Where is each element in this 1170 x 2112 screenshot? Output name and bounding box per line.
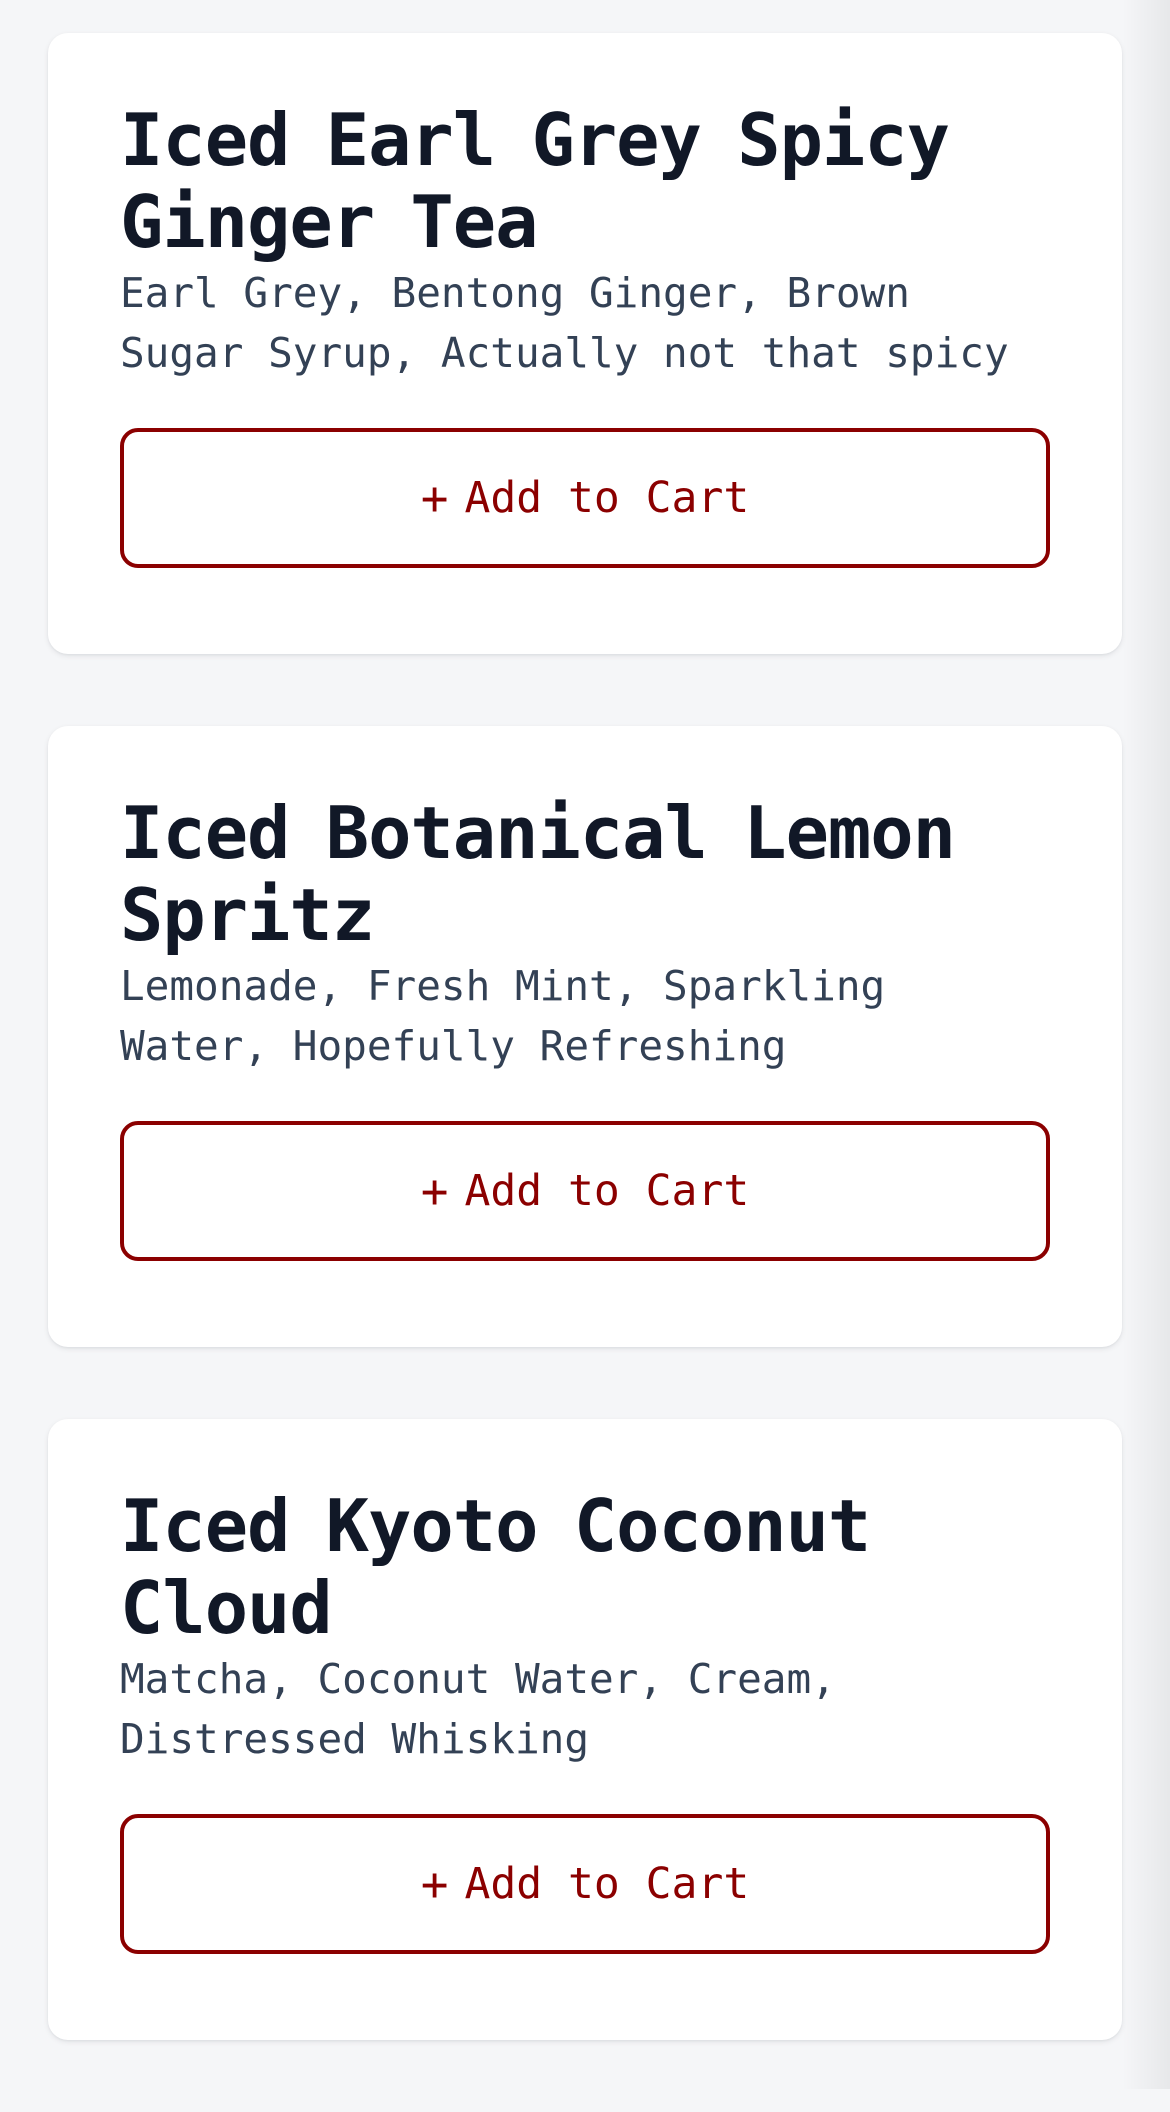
add-to-cart-label: Add to Cart (464, 1166, 750, 1216)
add-to-cart-label: Add to Cart (464, 1859, 750, 1909)
add-to-cart-button[interactable]: + Add to Cart (120, 1814, 1050, 1954)
plus-icon: + (420, 1164, 449, 1218)
menu-item-card: Iced Botanical Lemon Spritz Lemonade, Fr… (48, 726, 1122, 1347)
item-description: Earl Grey, Bentong Ginger, Brown Sugar S… (120, 269, 1009, 377)
item-description: Lemonade, Fresh Mint, Sparkling Water, H… (120, 962, 886, 1070)
item-description: Matcha, Coconut Water, Cream, Distressed… (120, 1655, 836, 1763)
menu-page: { "menu": { "items": [ { "title": "Iced … (0, 0, 1170, 2089)
plus-icon: + (420, 471, 449, 525)
add-to-cart-button[interactable]: + Add to Cart (120, 428, 1050, 568)
item-title: Iced Earl Grey Spicy Ginger Tea (120, 99, 950, 263)
menu-item-card: Iced Kyoto Coconut Cloud Matcha, Coconut… (48, 1419, 1122, 2040)
item-title: Iced Kyoto Coconut Cloud (120, 1485, 871, 1649)
menu-item-card: Iced Earl Grey Spicy Ginger Tea Earl Gre… (48, 33, 1122, 654)
plus-icon: + (420, 1857, 449, 1911)
add-to-cart-button[interactable]: + Add to Cart (120, 1121, 1050, 1261)
menu-list: Iced Earl Grey Spicy Ginger Tea Earl Gre… (48, 33, 1122, 2112)
item-title: Iced Botanical Lemon Spritz (120, 792, 956, 956)
add-to-cart-label: Add to Cart (464, 473, 750, 523)
scroll-edge-shadow (1122, 0, 1170, 2089)
